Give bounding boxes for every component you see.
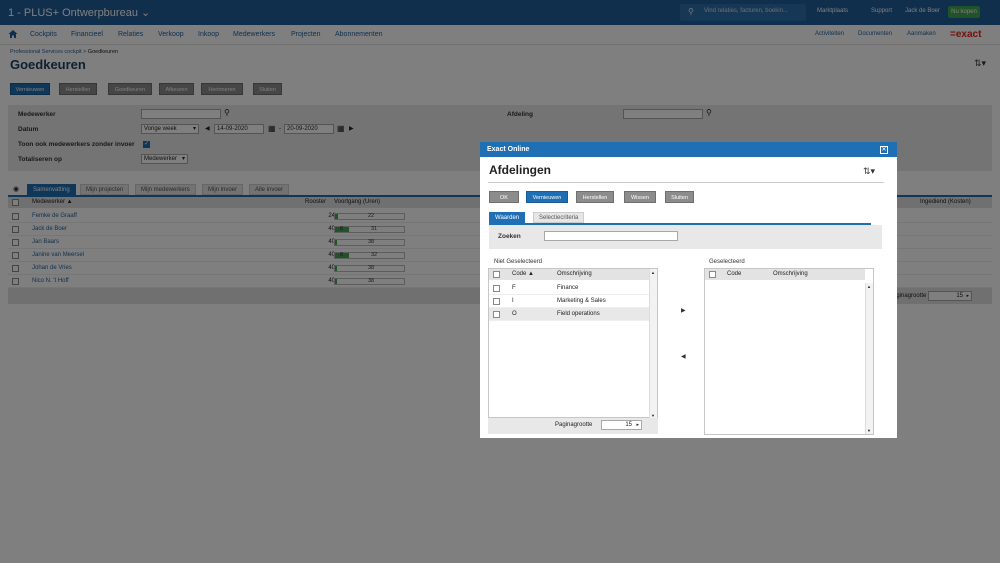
move-left-arrow[interactable]: ◀ [681,353,686,360]
search-panel: Zoeken [489,225,882,249]
item-description: Field operations [557,311,600,317]
item-description: Finance [557,285,579,291]
list-item[interactable]: I Marketing & Sales [489,295,649,308]
row-checkbox[interactable] [493,311,500,318]
list-item[interactable]: F Finance [489,282,649,295]
dialog-header: Exact Online [480,142,897,157]
refresh-button[interactable]: Vernieuwen [526,191,568,203]
reset-button[interactable]: Herstellen [576,191,614,203]
selected-list: Code Omschrijving ▲ ▼ [704,268,874,435]
selected-title: Geselecteerd [709,259,745,265]
col-code[interactable]: Code [727,269,741,280]
dialog-header-title: Exact Online [487,146,530,153]
divider [488,182,884,183]
col-omschrijving[interactable]: Omschrijving [773,269,808,280]
page-size-label: Paginagrootte [555,422,593,428]
col-code[interactable]: Code ▲ [512,269,534,280]
select-all-checkbox[interactable] [709,271,716,278]
row-checkbox[interactable] [493,285,500,292]
not-selected-list: Code ▲ Omschrijving F Finance I Marketing &… [488,268,658,419]
select-all-checkbox[interactable] [493,271,500,278]
scrollbar[interactable]: ▲ ▼ [865,283,873,434]
settings-menu-icon[interactable]: ⇅▾ [863,166,875,177]
item-code: I [512,298,514,304]
item-description: Marketing & Sales [557,298,606,304]
row-checkbox[interactable] [493,298,500,305]
close-button[interactable]: Sluiten [665,191,694,203]
item-code: O [512,311,517,317]
scroll-up-icon[interactable]: ▲ [867,284,871,289]
afdelingen-dialog: Exact Online ✕ Afdelingen ⇅▾ OK Vernieuw… [480,142,897,438]
list-footer: Paginagrootte 15 ▸ [488,418,658,434]
search-label: Zoeken [498,233,521,240]
dialog-title: Afdelingen [489,163,551,177]
list-item[interactable]: O Field operations [489,308,649,321]
page-size-input[interactable]: 15 ▸ [601,420,642,430]
scroll-down-icon[interactable]: ▼ [867,428,871,433]
move-right-arrow[interactable]: ▶ [681,307,686,314]
tab-waarden[interactable]: Waarden [489,212,526,223]
not-selected-title: Niet Geselecteerd [494,259,543,265]
list-header: Code Omschrijving [705,269,865,280]
col-omschrijving[interactable]: Omschrijving [557,269,592,280]
tab-selectiecriteria[interactable]: Selectiecriteria [533,212,585,223]
scrollbar[interactable]: ▲ ▼ [649,269,657,419]
ok-button[interactable]: OK [489,191,519,203]
item-code: F [512,285,516,291]
scroll-up-icon[interactable]: ▲ [651,270,655,275]
list-header: Code ▲ Omschrijving [489,269,649,280]
search-input[interactable] [544,231,678,241]
page-size-value: 15 [625,422,632,428]
clear-button[interactable]: Wissen [624,191,656,203]
stepper-icon: ▸ [636,422,639,428]
close-icon[interactable]: ✕ [880,146,888,154]
